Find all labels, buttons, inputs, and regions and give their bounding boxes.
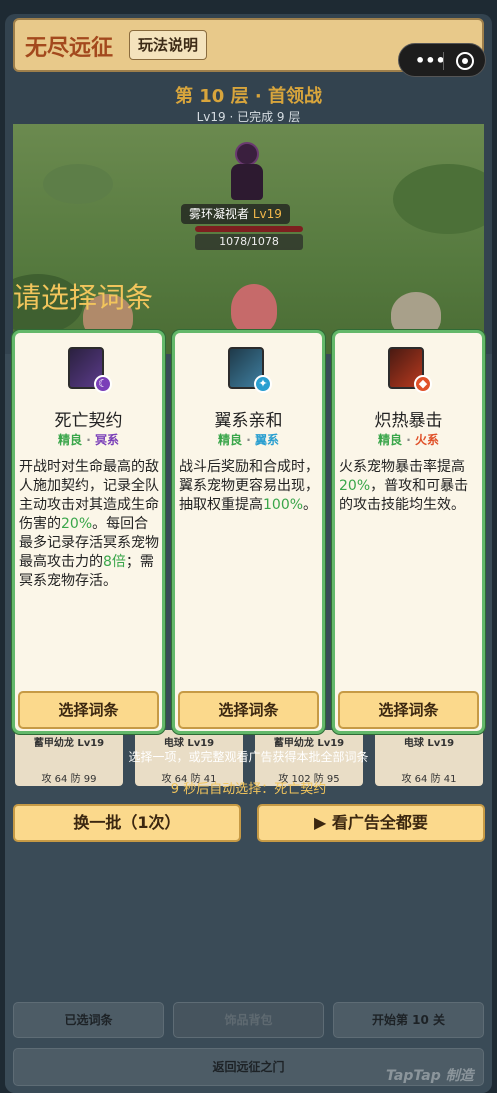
desc-highlight: 20% — [61, 516, 93, 532]
pet-name: 电球 Lv19 — [403, 738, 455, 749]
affix-element: 翼系 — [254, 433, 279, 447]
pet-sprite — [231, 284, 277, 334]
auto-select-countdown: 9 秒后自动选择：死亡契约 — [170, 782, 327, 797]
affix-element: 火系 — [414, 433, 439, 447]
bush-decoration — [393, 164, 484, 234]
boss-sprite[interactable] — [227, 142, 267, 200]
boss-head — [235, 142, 259, 166]
capsule-divider — [443, 52, 444, 70]
accessory-bag-button[interactable]: 饰品背包 — [173, 1002, 324, 1038]
affix-card-death-contract[interactable]: ☾ 死亡契约 精良 · 冥系 开战时对生命最高的敌人施加契约，记录全队主动攻击对… — [12, 330, 165, 734]
affix-tags: 精良 · 翼系 — [175, 431, 322, 448]
affix-tags: 精良 · 冥系 — [15, 431, 162, 448]
desc-text: 。 — [303, 497, 318, 513]
refresh-batch-button[interactable]: 换一批（1次） — [13, 804, 241, 842]
tag-separator: · — [86, 433, 95, 447]
affix-quality: 精良 — [378, 433, 403, 447]
more-dots-icon[interactable]: ••• — [415, 51, 446, 70]
fire-icon: ◆ — [414, 375, 432, 393]
affix-quality: 精良 — [58, 433, 83, 447]
desc-highlight: 8倍 — [103, 554, 126, 570]
mini-program-capsule: ••• — [398, 43, 486, 77]
affix-icon: ✦ — [228, 347, 272, 393]
affix-name: 炽热暴击 — [374, 411, 443, 431]
boss-nameplate: 雾环凝视者 Lv19 — [181, 204, 290, 224]
wing-icon: ✦ — [254, 375, 272, 393]
overlay-title: 请选择词条 — [13, 281, 154, 314]
desc-text: 火系宠物暴击率提高 — [339, 459, 465, 475]
pet-name: 电球 Lv19 — [163, 738, 215, 749]
bush-decoration — [43, 164, 113, 204]
affix-description: 开战时对生命最高的敌人施加契约，记录全队主动攻击对其造成生命伤害的20%。每回合… — [19, 458, 159, 591]
affix-description: 火系宠物暴击率提高20%，普攻和可暴击的攻击技能均生效。 — [339, 458, 479, 515]
tag-separator: · — [406, 433, 415, 447]
selection-hint: 选择一项，或完整观看广告获得本批全部词条 — [128, 750, 369, 764]
tag-separator: · — [246, 433, 255, 447]
affix-card-wing-affinity[interactable]: ✦ 翼系亲和 精良 · 翼系 战斗后奖励和合成时，翼系宠物更容易出现，抽取权重提… — [172, 330, 325, 734]
desc-highlight: 100% — [263, 497, 304, 513]
desc-highlight: 20% — [339, 478, 371, 494]
battle-scene: 雾环凝视者 Lv19 1078/1078 — [13, 124, 484, 354]
rules-button[interactable]: 玩法说明 — [129, 30, 208, 60]
floor-title: 第 10 层 · 首领战 — [175, 86, 322, 107]
select-affix-button[interactable]: 选择词条 — [338, 691, 479, 729]
target-circle-icon[interactable] — [456, 52, 474, 70]
affix-description: 战斗后奖励和合成时，翼系宠物更容易出现，抽取权重提高100%。 — [179, 458, 319, 515]
boss-hp-text: 1078/1078 — [195, 234, 303, 250]
affix-icon: ◆ — [388, 347, 432, 393]
boss-name: 雾环凝视者 — [189, 207, 250, 221]
boss-level: Lv19 — [252, 207, 282, 221]
pet-name: 蓄甲幼龙 Lv19 — [273, 738, 345, 749]
affix-element: 冥系 — [94, 433, 119, 447]
affix-card-blazing-crit[interactable]: ◆ 炽热暴击 精良 · 火系 火系宠物暴击率提高20%，普攻和可暴击的攻击技能均… — [332, 330, 485, 734]
affix-name: 死亡契约 — [54, 411, 123, 431]
affix-quality: 精良 — [218, 433, 243, 447]
start-floor-button[interactable]: 开始第 10 关 — [333, 1002, 484, 1038]
page-title: 无尽远征 — [25, 36, 114, 61]
moon-icon: ☾ — [94, 375, 112, 393]
affix-name: 翼系亲和 — [214, 411, 283, 431]
affix-tags: 精良 · 火系 — [335, 431, 482, 448]
select-affix-button[interactable]: 选择词条 — [18, 691, 159, 729]
selected-affixes-button[interactable]: 已选词条 — [13, 1002, 164, 1038]
watch-ad-button[interactable]: ▶ 看广告全都要 — [257, 804, 485, 842]
select-affix-button[interactable]: 选择词条 — [178, 691, 319, 729]
pet-name: 蓄甲幼龙 Lv19 — [33, 738, 105, 749]
taptap-watermark: TapTap 制造 — [386, 1068, 474, 1084]
game-screen: 无尽远征 玩法说明 ••• 第 10 层 · 首领战 Lv19 · 已完成 9 … — [5, 14, 492, 1093]
affix-icon: ☾ — [68, 347, 112, 393]
boss-body — [231, 164, 263, 200]
floor-subtitle: Lv19 · 已完成 9 层 — [196, 110, 301, 124]
boss-hp-bar — [195, 226, 303, 232]
